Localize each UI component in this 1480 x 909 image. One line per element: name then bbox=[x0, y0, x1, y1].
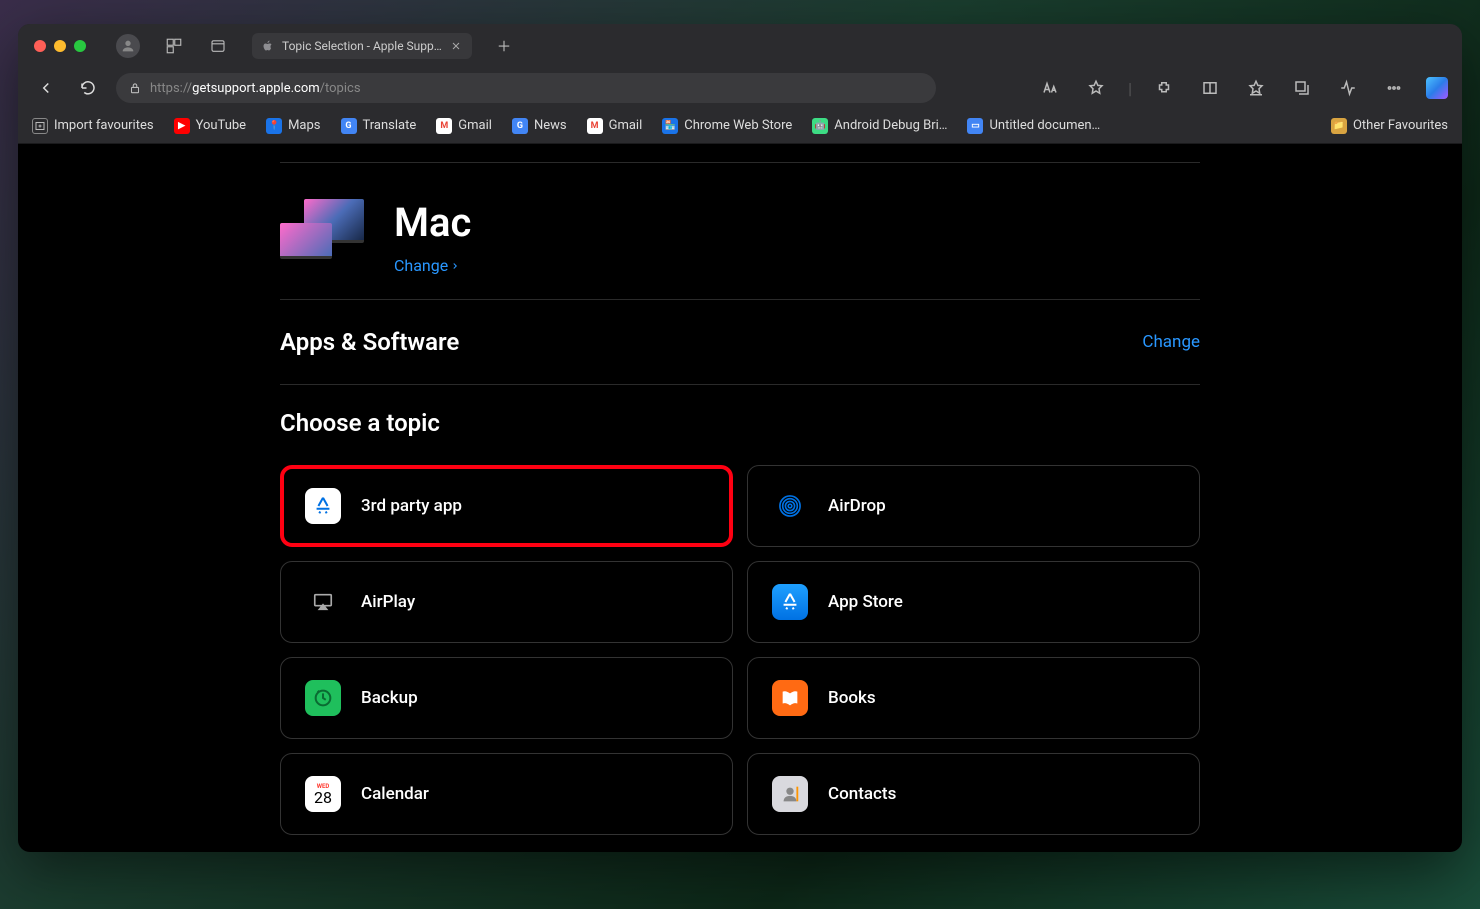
bookmark-news[interactable]: GNews bbox=[512, 118, 567, 134]
topic-label: AirDrop bbox=[828, 496, 886, 516]
maximize-window-button[interactable] bbox=[74, 40, 86, 52]
topic-books[interactable]: Books bbox=[747, 657, 1200, 739]
close-window-button[interactable] bbox=[34, 40, 46, 52]
airplay-icon bbox=[305, 584, 341, 620]
change-category-link[interactable]: Change bbox=[1142, 332, 1200, 352]
bookmark-android-debug[interactable]: 🤖Android Debug Bri… bbox=[812, 118, 947, 134]
calendar-icon: WED 28 bbox=[305, 776, 341, 812]
profile-avatar[interactable] bbox=[116, 34, 140, 58]
split-screen-button[interactable] bbox=[1196, 74, 1224, 102]
close-tab-icon[interactable] bbox=[450, 40, 462, 52]
other-favourites[interactable]: 📁Other Favourites bbox=[1331, 118, 1448, 134]
product-header: Mac Change bbox=[280, 163, 1200, 299]
topic-contacts[interactable]: Contacts bbox=[747, 753, 1200, 835]
topic-label: App Store bbox=[828, 592, 903, 612]
performance-button[interactable] bbox=[1334, 74, 1362, 102]
backup-icon bbox=[305, 680, 341, 716]
address-bar[interactable]: https://getsupport.apple.com/topics bbox=[116, 73, 936, 103]
bookmark-import-favourites[interactable]: Import favourites bbox=[32, 118, 154, 134]
product-title: Mac bbox=[394, 199, 471, 246]
browser-tab[interactable]: Topic Selection - Apple Support bbox=[252, 33, 472, 59]
mac-product-image bbox=[280, 199, 364, 263]
more-button[interactable] bbox=[1380, 74, 1408, 102]
window-controls bbox=[34, 40, 86, 52]
titlebar: Topic Selection - Apple Support bbox=[18, 24, 1462, 68]
text-size-button[interactable] bbox=[1036, 74, 1064, 102]
tab-overview-icon[interactable] bbox=[208, 36, 228, 56]
address-row: https://getsupport.apple.com/topics | bbox=[18, 68, 1462, 108]
category-title: Apps & Software bbox=[280, 328, 459, 356]
bookmark-youtube[interactable]: ▶YouTube bbox=[174, 118, 247, 134]
topic-label: Calendar bbox=[361, 784, 429, 804]
topic-label: Contacts bbox=[828, 784, 896, 804]
contacts-icon bbox=[772, 776, 808, 812]
topic-label: Books bbox=[828, 688, 876, 708]
change-product-link[interactable]: Change bbox=[394, 256, 460, 275]
appstore-icon bbox=[305, 488, 341, 524]
bookmark-maps[interactable]: 📍Maps bbox=[266, 118, 320, 134]
topic-calendar[interactable]: WED 28 Calendar bbox=[280, 753, 733, 835]
lock-icon bbox=[128, 81, 142, 95]
reload-button[interactable] bbox=[74, 74, 102, 102]
copilot-button[interactable] bbox=[1426, 77, 1448, 99]
url-text: https://getsupport.apple.com/topics bbox=[150, 81, 361, 96]
collections-button[interactable] bbox=[1288, 74, 1316, 102]
bookmark-gmail-1[interactable]: MGmail bbox=[436, 118, 492, 134]
topic-grid: 3rd party app AirDrop AirPlay App Store bbox=[280, 465, 1200, 835]
choose-topic-heading: Choose a topic bbox=[280, 385, 1200, 465]
apple-logo-icon bbox=[262, 40, 274, 52]
bookmark-gmail-2[interactable]: MGmail bbox=[587, 118, 643, 134]
extensions-button[interactable] bbox=[1150, 74, 1178, 102]
tab-title: Topic Selection - Apple Support bbox=[282, 39, 442, 53]
page-content: Mac Change Apps & Software Change Choose… bbox=[18, 144, 1462, 852]
topic-label: AirPlay bbox=[361, 592, 415, 612]
airdrop-icon bbox=[772, 488, 808, 524]
bookmark-translate[interactable]: GTranslate bbox=[341, 118, 417, 134]
appstore-blue-icon bbox=[772, 584, 808, 620]
topic-airplay[interactable]: AirPlay bbox=[280, 561, 733, 643]
category-row: Apps & Software Change bbox=[280, 300, 1200, 384]
bookmarks-bar: Import favourites ▶YouTube 📍Maps GTransl… bbox=[18, 108, 1462, 144]
topic-3rd-party-app[interactable]: 3rd party app bbox=[280, 465, 733, 547]
topic-airdrop[interactable]: AirDrop bbox=[747, 465, 1200, 547]
topic-label: Backup bbox=[361, 688, 418, 708]
favorite-button[interactable] bbox=[1082, 74, 1110, 102]
browser-window: Topic Selection - Apple Support https://… bbox=[18, 24, 1462, 852]
bookmark-chrome-web-store[interactable]: 🏪Chrome Web Store bbox=[662, 118, 792, 134]
bookmark-untitled-doc[interactable]: ▭Untitled documen… bbox=[967, 118, 1100, 134]
books-icon bbox=[772, 680, 808, 716]
workspaces-icon[interactable] bbox=[164, 36, 184, 56]
minimize-window-button[interactable] bbox=[54, 40, 66, 52]
back-button[interactable] bbox=[32, 74, 60, 102]
favorites-bar-button[interactable] bbox=[1242, 74, 1270, 102]
new-tab-button[interactable] bbox=[494, 36, 514, 56]
topic-label: 3rd party app bbox=[361, 496, 462, 516]
topic-appstore[interactable]: App Store bbox=[747, 561, 1200, 643]
topic-backup[interactable]: Backup bbox=[280, 657, 733, 739]
chevron-right-icon bbox=[450, 261, 460, 271]
